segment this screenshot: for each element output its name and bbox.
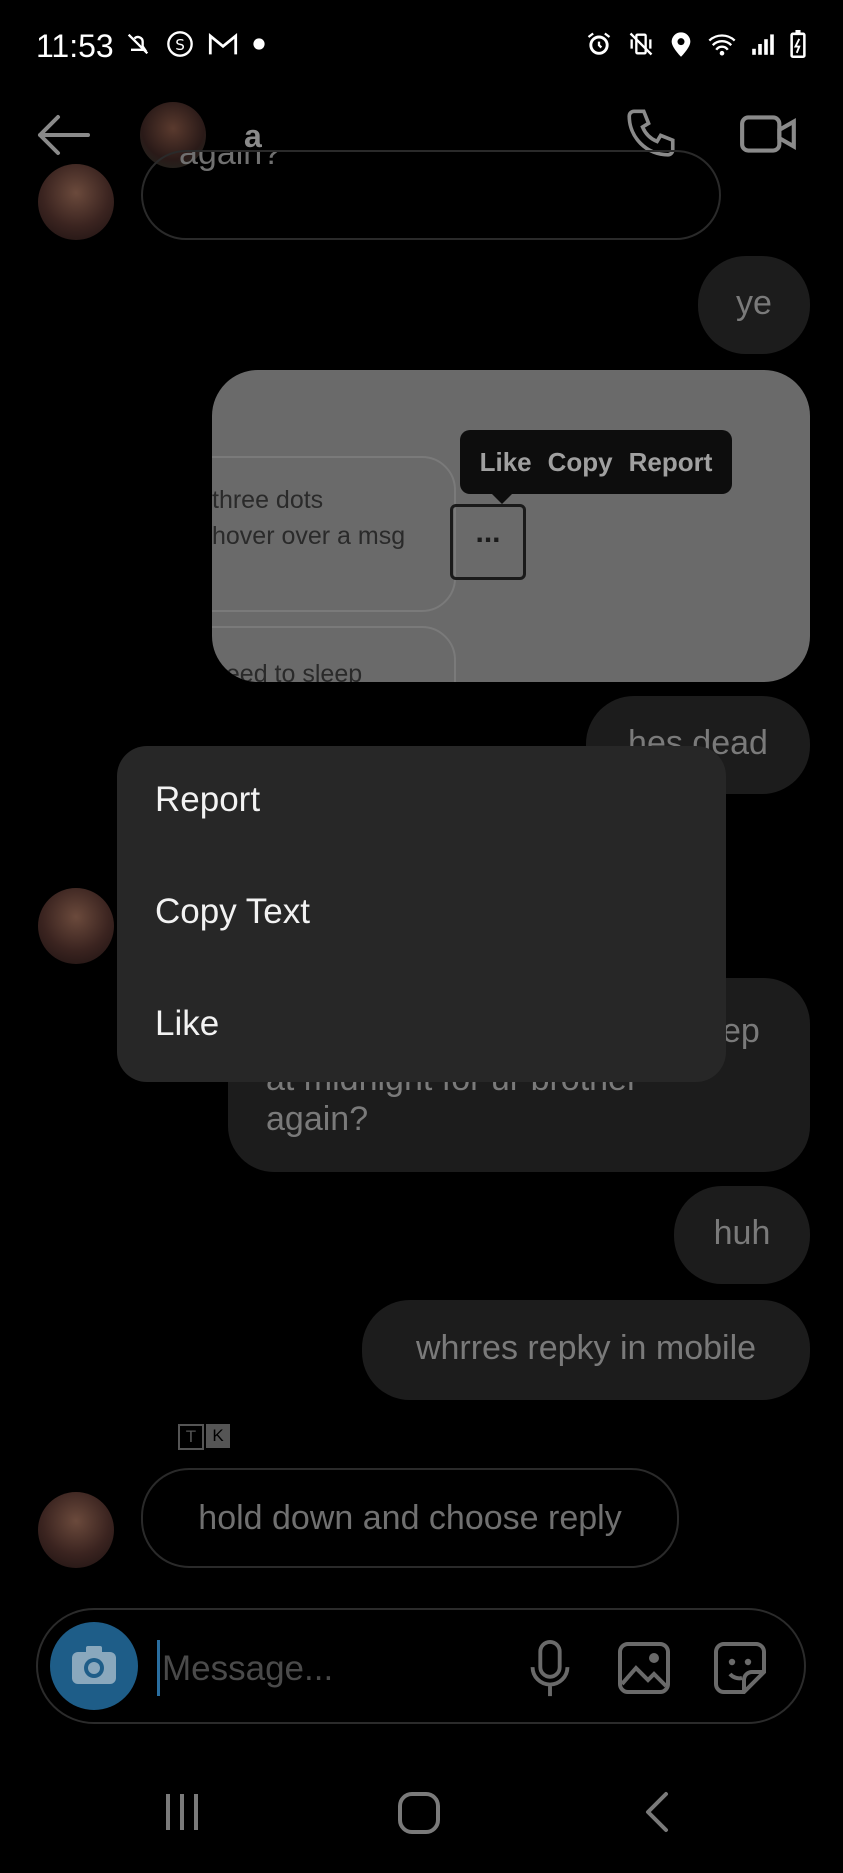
home-button[interactable] [396,1790,442,1836]
home-icon [398,1792,440,1834]
voice-button[interactable] [528,1638,572,1700]
wifi-icon [708,34,736,56]
sticker-button[interactable] [712,1640,768,1696]
tooltip-arrow [490,492,514,504]
status-time: 11:53 [36,28,114,64]
nav-back-icon [646,1792,668,1832]
video-camera-icon [740,115,796,153]
message-text: huh [713,1214,771,1252]
message-text-tail: ep [722,1012,760,1050]
sender-avatar[interactable] [38,164,114,240]
tooltip-like: Like [479,446,532,477]
sender-avatar[interactable] [38,888,114,964]
dots-text: ... [475,516,501,549]
back-button[interactable] [32,110,96,160]
message-input[interactable] [160,1644,504,1694]
message-text: hold down and choose reply [198,1499,622,1537]
message-bubble-outgoing[interactable]: huh [674,1186,810,1284]
recents-button[interactable] [160,1790,204,1834]
menu-item-like[interactable]: Like [155,1004,219,1044]
context-menu: Report Copy Text Like [117,746,726,1082]
recents-icon [166,1794,198,1830]
mute-bell-icon [127,33,149,55]
video-call-button[interactable] [738,108,802,162]
signal-icon [752,34,774,55]
message-text: ye [736,284,772,322]
message-text-line3: again? [266,1100,369,1138]
sticker-icon [714,1642,766,1694]
battery-icon [790,30,806,58]
image-message[interactable]: three dots hover over a msg need to slee… [212,370,810,682]
svg-text:S: S [175,36,185,54]
tag-k: K [206,1424,230,1448]
preview-text-line1: three dots [212,486,324,514]
alarm-icon [587,32,611,55]
menu-item-copy-text[interactable]: Copy Text [155,892,310,932]
preview-text-line2: hover over a msg [212,522,406,550]
message-bubble-outgoing[interactable]: whrres repky in mobile [362,1300,810,1400]
camera-icon [72,1646,116,1684]
message-bubble-incoming[interactable]: hold down and choose reply [141,1468,679,1568]
message-bubble-outgoing[interactable]: ye [698,256,810,354]
dot-icon [253,38,265,50]
vibrate-icon [629,32,653,56]
message-text: again? [179,150,282,172]
tooltip-copy: Copy [547,446,613,477]
status-right-icons [585,30,807,58]
preview-tooltip: Like Copy Report [460,430,732,494]
gallery-button[interactable] [616,1640,672,1696]
camera-button[interactable] [50,1622,138,1710]
message-bubble-incoming[interactable]: again? [141,150,721,240]
image-icon [618,1642,670,1694]
preview-text-line3: need to sleep [212,660,363,682]
menu-item-report[interactable]: Report [155,780,260,820]
system-back-button[interactable] [638,1790,674,1834]
s-app-icon: S [167,31,193,57]
gmail-icon [208,33,238,55]
tooltip-report: Report [628,446,713,477]
microphone-icon [530,1639,570,1697]
three-dots-button-preview: ... [450,504,526,580]
reaction-tags: T K [178,1424,230,1450]
status-left-icons: S [124,30,266,58]
tag-t: T [178,1424,204,1450]
location-icon [671,32,691,57]
arrow-left-icon [38,115,90,155]
sender-avatar[interactable] [38,1492,114,1568]
message-text: whrres repky in mobile [415,1329,757,1367]
